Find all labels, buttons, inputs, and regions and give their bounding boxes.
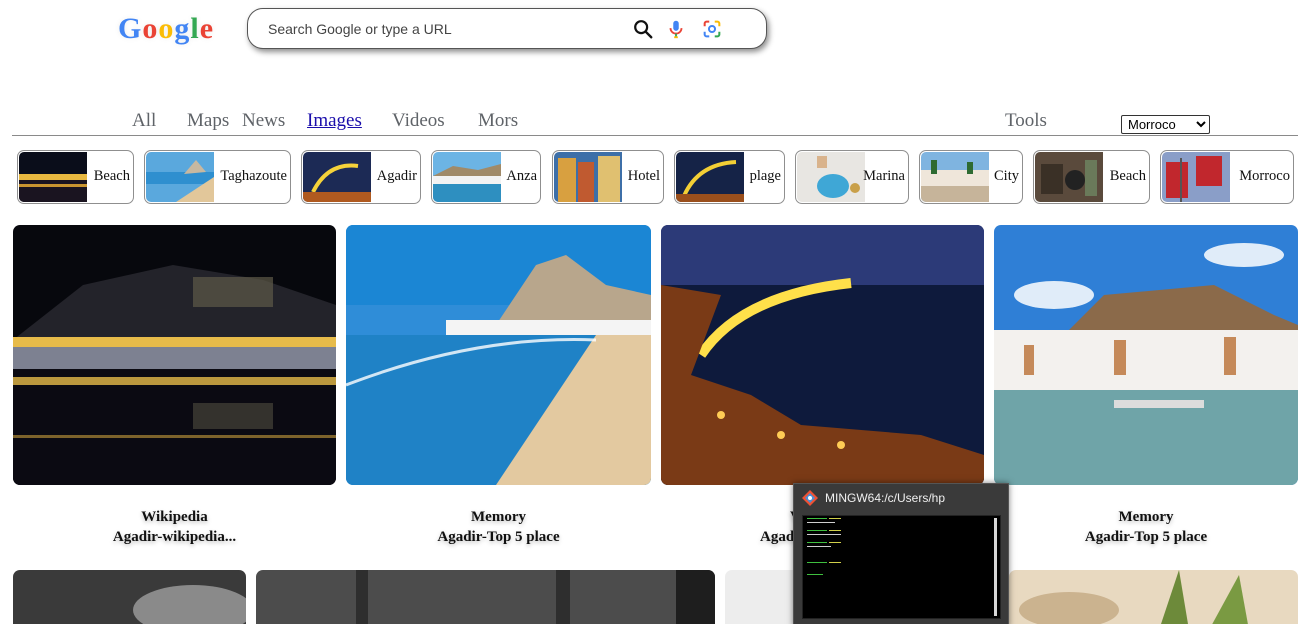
result-source: Memory: [471, 509, 526, 525]
result-thumbnail: [256, 570, 715, 624]
result-caption-4[interactable]: Memory Agadir-Top 5 place: [994, 507, 1298, 547]
logo-letter: o: [142, 12, 159, 45]
tab-images[interactable]: Images: [307, 110, 362, 132]
terminal-scrollbar[interactable]: [994, 518, 997, 616]
logo-letter: G: [118, 12, 143, 45]
chip-thumbnail: [797, 152, 865, 202]
result-caption-1[interactable]: Wikipedia Agadir-wikipedia...: [13, 507, 336, 547]
result-thumbnail: [1009, 570, 1298, 624]
region-select[interactable]: Morroco: [1121, 115, 1210, 134]
chip-agadir[interactable]: Agadir: [301, 150, 421, 204]
logo-letter: l: [190, 12, 200, 45]
result-thumbnail: [13, 570, 246, 624]
chip-taghazoute[interactable]: Taghazoute: [144, 150, 291, 204]
chip-thumbnail: [676, 152, 744, 202]
result-image-1[interactable]: [13, 225, 336, 485]
chip-anza[interactable]: Anza: [431, 150, 541, 204]
chip-thumbnail: [1035, 152, 1103, 202]
result-title: Agadir-Top 5 place: [437, 529, 560, 545]
chip-thumbnail: [19, 152, 87, 202]
microphone-icon[interactable]: [665, 18, 687, 40]
chip-thumbnail: [433, 152, 501, 202]
result-title: Agadir-wikipedia...: [112, 529, 237, 545]
night-city-photo: [661, 225, 984, 485]
chip-thumbnail: [1162, 152, 1230, 202]
chip-thumbnail: [554, 152, 622, 202]
chip-label: Beach: [1109, 168, 1146, 184]
chip-morroco[interactable]: Morroco: [1160, 150, 1294, 204]
chip-hotel[interactable]: Hotel: [552, 150, 664, 204]
result-image-4[interactable]: [994, 225, 1298, 485]
terminal-text-lines: [807, 518, 841, 575]
tab-maps[interactable]: Maps: [187, 110, 229, 132]
chip-beach[interactable]: Beach: [17, 150, 134, 204]
logo-letter: o: [158, 12, 175, 45]
beach-photo: [346, 225, 651, 485]
chip-marina[interactable]: Marina: [795, 150, 909, 204]
result-image-2[interactable]: [346, 225, 651, 485]
marina-photo: [994, 225, 1298, 485]
chip-label: Beach: [93, 168, 130, 184]
chip-plage[interactable]: plage: [674, 150, 785, 204]
chip-thumbnail: [921, 152, 989, 202]
google-logo[interactable]: Google: [118, 12, 214, 46]
result-title: Agadir-Top 5 place: [1084, 529, 1208, 545]
chip-label: Hotel: [627, 168, 660, 184]
search-input[interactable]: [268, 19, 608, 39]
chip-thumbnail: [146, 152, 214, 202]
tab-all[interactable]: All: [132, 110, 156, 132]
night-reflection-photo: [13, 225, 336, 485]
search-icon[interactable]: [632, 18, 654, 40]
result-image-6[interactable]: [256, 570, 715, 624]
tab-more[interactable]: Mors: [478, 110, 518, 132]
result-image-8[interactable]: [1009, 570, 1298, 624]
chip-label: Taghazoute: [220, 168, 287, 184]
chip-thumbnail: [303, 152, 371, 202]
chip-label: Morroco: [1239, 168, 1290, 184]
tabs-divider: [12, 135, 1298, 136]
terminal-preview[interactable]: [802, 515, 1001, 619]
chip-label: Anza: [506, 168, 537, 184]
git-bash-icon: [802, 490, 818, 506]
tab-videos[interactable]: Videos: [392, 110, 445, 132]
result-source: Wikipedia: [141, 509, 208, 525]
chip-label: plage: [749, 168, 781, 184]
taskbar-preview-popup[interactable]: MINGW64:/c/Users/hp: [793, 483, 1009, 624]
chip-beach-2[interactable]: Beach: [1033, 150, 1150, 204]
result-caption-2[interactable]: Memory Agadir-Top 5 place: [346, 507, 651, 547]
result-image-5[interactable]: [13, 570, 246, 624]
chip-label: Agadir: [376, 168, 417, 184]
lens-icon[interactable]: [701, 18, 723, 40]
tools-button[interactable]: Tools: [1005, 110, 1047, 132]
search-tabs: All Maps News Images Videos Mors Tools: [0, 110, 1308, 136]
logo-letter: g: [174, 12, 191, 45]
chip-label: City: [994, 168, 1019, 184]
result-source: Memory: [1118, 509, 1174, 525]
logo-letter: e: [199, 12, 215, 45]
popup-title: MINGW64:/c/Users/hp: [825, 491, 946, 505]
tab-news[interactable]: News: [242, 110, 285, 132]
search-bar: [247, 8, 767, 49]
chip-city[interactable]: City: [919, 150, 1023, 204]
chip-label: Marina: [863, 168, 905, 184]
result-image-3[interactable]: [661, 225, 984, 485]
